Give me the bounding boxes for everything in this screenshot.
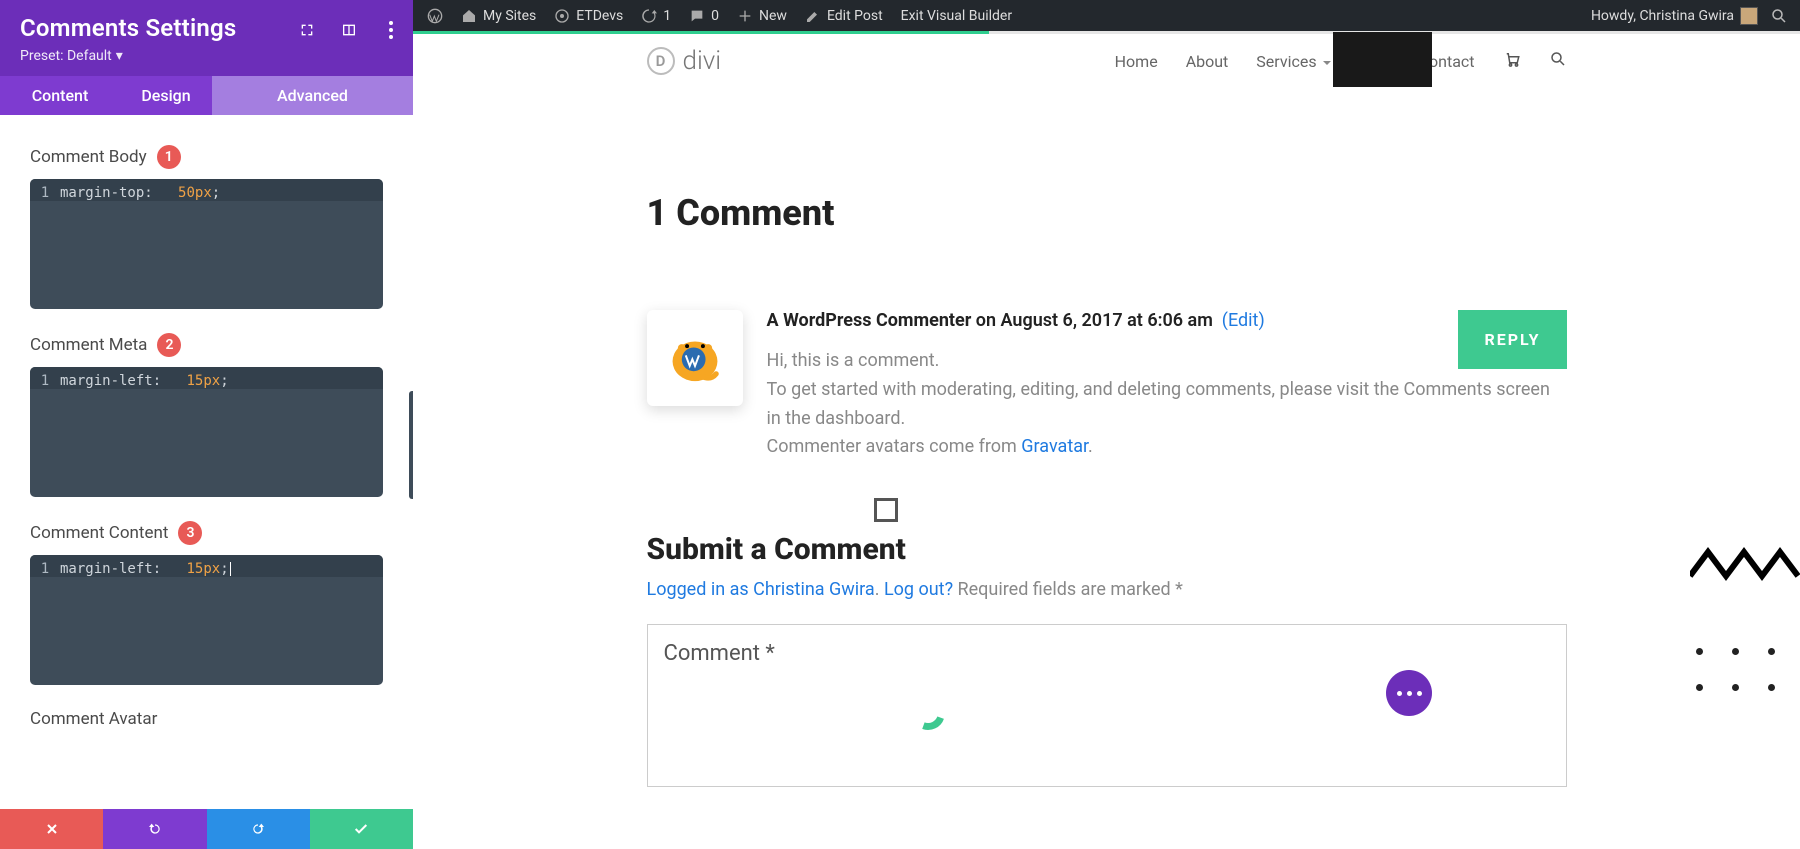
line-number: 1 — [30, 179, 60, 201]
search-icon[interactable] — [1549, 50, 1567, 72]
comments-menu[interactable]: 0 — [689, 8, 719, 24]
undo-button[interactable] — [103, 809, 206, 849]
cart-icon[interactable] — [1503, 50, 1521, 72]
edit-comment-link[interactable]: (Edit) — [1222, 310, 1265, 331]
columns-icon[interactable] — [341, 22, 357, 38]
section-comment-meta: Comment Meta 2 1 margin-left: 15px; — [30, 333, 383, 497]
dots-decoration — [1696, 648, 1786, 702]
tab-advanced[interactable]: Advanced — [212, 76, 413, 115]
step-badge-3: 3 — [178, 521, 202, 545]
logo-text: divi — [683, 46, 722, 76]
site-nav: D divi Home About Services Blog Contact — [413, 34, 1800, 88]
cancel-button[interactable] — [0, 809, 103, 849]
redo-button[interactable] — [207, 809, 310, 849]
preset-label: Preset: Default — [20, 48, 112, 64]
comment-text: Hi, this is a comment. To get started wi… — [767, 347, 1567, 462]
wapuu-icon — [662, 325, 728, 391]
comment-avatar — [647, 310, 743, 406]
step-badge-2: 2 — [157, 333, 181, 357]
expand-icon[interactable] — [299, 22, 315, 38]
gravatar-link[interactable]: Gravatar — [1021, 436, 1088, 457]
nav-home[interactable]: Home — [1115, 52, 1158, 71]
textarea-placeholder: Comment * — [664, 641, 1550, 666]
square-decoration — [874, 498, 898, 522]
section-label: Comment Content — [30, 523, 168, 543]
tab-design[interactable]: Design — [120, 76, 212, 115]
exit-visual-builder-link[interactable]: Exit Visual Builder — [901, 8, 1012, 24]
more-menu-icon[interactable] — [383, 22, 399, 38]
comment-form-heading: Submit a Comment — [647, 532, 1567, 567]
logged-in-link[interactable]: Logged in as Christina Gwira — [647, 579, 875, 600]
panel-body: Comment Body 1 1 margin-top: 50px; — [0, 115, 413, 809]
search-icon[interactable] — [1770, 7, 1788, 25]
section-comment-avatar: Comment Avatar — [30, 709, 383, 729]
comment-author[interactable]: A WordPress Commenter — [767, 310, 972, 331]
zigzag-decoration — [1690, 546, 1800, 586]
site-preview: My Sites ETDevs 1 0 New Edit Post Exit V… — [413, 0, 1800, 849]
edit-post-link[interactable]: Edit Post — [805, 8, 883, 24]
wp-logo-icon[interactable] — [427, 8, 443, 24]
comment-form-subtext: Logged in as Christina Gwira. Log out? R… — [647, 579, 1567, 600]
panel-tabs: Content Design Advanced — [0, 76, 413, 115]
comments-heading: 1 Comment — [647, 192, 1567, 234]
chevron-down-icon: ▾ — [116, 48, 123, 64]
settings-panel: Comments Settings Preset: Default ▾ Cont… — [0, 0, 413, 849]
my-sites-menu[interactable]: My Sites — [461, 8, 536, 24]
nav-services[interactable]: Services — [1256, 52, 1330, 71]
save-button[interactable] — [310, 809, 413, 849]
code-editor-meta[interactable]: 1 margin-left: 15px; — [30, 367, 383, 497]
updates-menu[interactable]: 1 — [641, 8, 671, 24]
section-comment-body: Comment Body 1 1 margin-top: 50px; — [30, 145, 383, 309]
section-label: Comment Body — [30, 147, 147, 167]
logo-icon: D — [647, 47, 675, 75]
reply-button[interactable]: REPLY — [1458, 310, 1566, 369]
comment-item: A WordPress Commenter on August 6, 2017 … — [647, 310, 1567, 462]
wp-admin-bar: My Sites ETDevs 1 0 New Edit Post Exit V… — [413, 0, 1800, 31]
site-logo[interactable]: D divi — [647, 46, 722, 76]
code-line: margin-left: 15px; — [60, 555, 231, 577]
comment-meta: A WordPress Commenter on August 6, 2017 … — [767, 310, 1567, 331]
comment-date: August 6, 2017 at 6:06 am — [1001, 310, 1213, 331]
panel-footer — [0, 809, 413, 849]
code-editor-body[interactable]: 1 margin-top: 50px; — [30, 179, 383, 309]
preset-dropdown[interactable]: Preset: Default ▾ — [20, 48, 393, 64]
logout-link[interactable]: Log out? — [884, 579, 953, 600]
line-number: 1 — [30, 367, 60, 389]
tab-content[interactable]: Content — [0, 76, 120, 115]
nav-about[interactable]: About — [1186, 52, 1229, 71]
comment-textarea[interactable]: Comment * — [647, 624, 1567, 787]
step-badge-1: 1 — [157, 145, 181, 169]
section-comment-content: Comment Content 3 1 margin-left: 15px; — [30, 521, 383, 685]
avatar-icon — [1740, 7, 1758, 25]
section-label: Comment Meta — [30, 335, 147, 355]
code-editor-content[interactable]: 1 margin-left: 15px; — [30, 555, 383, 685]
section-label: Comment Avatar — [30, 709, 157, 729]
site-menu[interactable]: ETDevs — [554, 8, 623, 24]
line-number: 1 — [30, 555, 60, 577]
module-settings-fab[interactable] — [1386, 670, 1432, 716]
howdy-user[interactable]: Howdy, Christina Gwira — [1591, 7, 1758, 25]
new-menu[interactable]: New — [737, 8, 787, 24]
code-line: margin-top: 50px; — [60, 179, 220, 201]
code-line: margin-left: 15px; — [60, 367, 229, 389]
panel-header: Comments Settings Preset: Default ▾ — [0, 0, 413, 76]
